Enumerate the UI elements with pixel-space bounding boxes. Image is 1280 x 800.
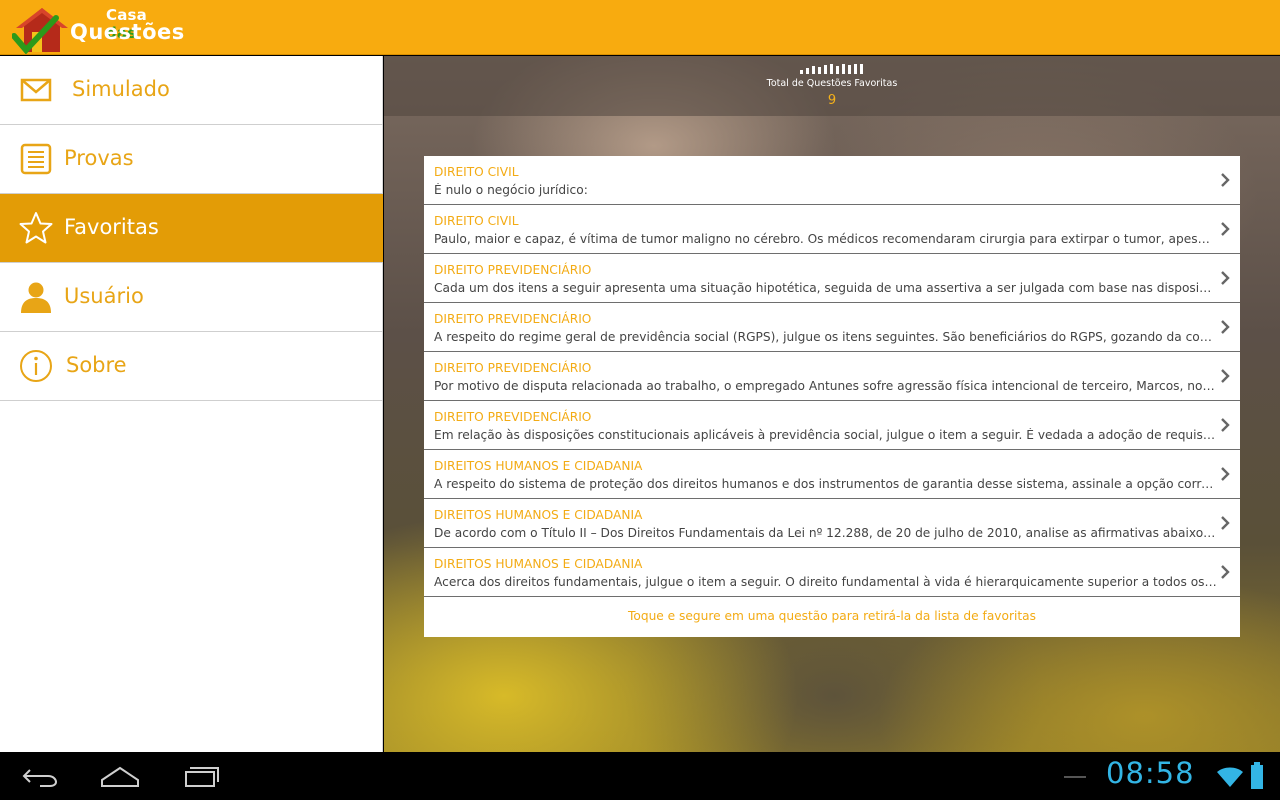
sidebar-item-label: Provas (64, 146, 134, 170)
list-item[interactable]: DIREITO PREVIDENCIÁRIO Por motivo de dis… (424, 352, 1240, 401)
stats-count: 9 (827, 93, 837, 108)
chevron-right-icon (1221, 271, 1230, 285)
list-item[interactable]: DIREITO PREVIDENCIÁRIO Cada um dos itens… (424, 254, 1240, 303)
list-icon (20, 143, 52, 175)
chevron-right-icon (1221, 565, 1230, 579)
app-logo: Casa das Questões (10, 2, 184, 54)
chevron-right-icon (1221, 467, 1230, 481)
house-check-icon (12, 8, 68, 54)
question-text: A respeito do regime geral de previdênci… (434, 330, 1217, 344)
question-text: É nulo o negócio jurídico: (434, 183, 588, 197)
list-item[interactable]: DIREITOS HUMANOS E CIDADANIA Acerca dos … (424, 548, 1240, 597)
stats-label: Total de Questões Favoritas (766, 78, 898, 89)
sidebar-item-usuario[interactable]: Usuário (0, 263, 383, 332)
chevron-right-icon (1221, 516, 1230, 530)
recent-apps-icon[interactable] (180, 762, 224, 790)
chevron-right-icon (1221, 320, 1230, 334)
star-icon (19, 212, 53, 244)
list-item[interactable]: DIREITO PREVIDENCIÁRIO Em relação às dis… (424, 401, 1240, 450)
envelope-icon (20, 78, 52, 102)
question-category: DIREITO PREVIDENCIÁRIO (434, 263, 592, 277)
home-icon[interactable] (98, 762, 142, 790)
question-category: DIREITOS HUMANOS E CIDADANIA (434, 459, 643, 473)
list-item[interactable]: DIREITO PREVIDENCIÁRIO A respeito do reg… (424, 303, 1240, 352)
sidebar-item-sobre[interactable]: Sobre (0, 332, 383, 401)
app-header: Casa das Questões (0, 0, 1280, 55)
chevron-right-icon (1221, 173, 1230, 187)
sidebar-item-label: Usuário (64, 284, 144, 308)
question-text: De acordo com o Título II – Dos Direitos… (434, 526, 1217, 540)
sidebar-item-provas[interactable]: Provas (0, 125, 383, 194)
list-item[interactable]: DIREITO CIVIL É nulo o negócio jurídico: (424, 156, 1240, 205)
info-icon (20, 350, 52, 382)
question-category: DIREITO PREVIDENCIÁRIO (434, 312, 592, 326)
sidebar-item-label: Simulado (72, 77, 170, 101)
system-navigation-bar: 08:58 (0, 752, 1280, 800)
user-icon (21, 282, 51, 313)
chevron-right-icon (1221, 418, 1230, 432)
list-hint: Toque e segure em uma questão para retir… (628, 609, 1036, 623)
wifi-icon (1217, 767, 1243, 787)
question-category: DIREITOS HUMANOS E CIDADANIA (434, 557, 643, 571)
sidebar-item-simulado[interactable]: Simulado (0, 56, 383, 125)
list-item[interactable]: DIREITO CIVIL Paulo, maior e capaz, é ví… (424, 205, 1240, 254)
question-category: DIREITOS HUMANOS E CIDADANIA (434, 508, 643, 522)
favorites-stats: Total de Questões Favoritas 9 (384, 56, 1280, 116)
notification-dash-icon[interactable] (1064, 774, 1086, 780)
sidebar: Simulado Provas Favoritas Usuário Sobre (0, 56, 383, 752)
list-item[interactable]: DIREITOS HUMANOS E CIDADANIA De acordo c… (424, 499, 1240, 548)
chevron-right-icon (1221, 369, 1230, 383)
battery-icon (1251, 762, 1263, 789)
question-category: DIREITO CIVIL (434, 214, 519, 228)
question-text: Paulo, maior e capaz, é vítima de tumor … (434, 232, 1217, 246)
list-item[interactable]: DIREITOS HUMANOS E CIDADANIA A respeito … (424, 450, 1240, 499)
bar-chart-icon (800, 64, 864, 74)
status-clock: 08:58 (1106, 756, 1195, 790)
question-category: DIREITO CIVIL (434, 165, 519, 179)
back-icon[interactable] (18, 762, 62, 790)
question-text: A respeito do sistema de proteção dos di… (434, 477, 1217, 491)
chevron-right-icon (1221, 222, 1230, 236)
favorites-panel: Total de Questões Favoritas 9 DIREITO CI… (384, 56, 1280, 752)
question-text: Cada um dos itens a seguir apresenta uma… (434, 281, 1217, 295)
question-category: DIREITO PREVIDENCIÁRIO (434, 410, 592, 424)
logo-text-bottom: Questões (70, 20, 185, 44)
question-category: DIREITO PREVIDENCIÁRIO (434, 361, 592, 375)
question-text: Em relação às disposições constitucionai… (434, 428, 1217, 442)
sidebar-item-label: Sobre (66, 353, 127, 377)
question-text: Acerca dos direitos fundamentais, julgue… (434, 575, 1217, 589)
sidebar-item-label: Favoritas (64, 215, 159, 239)
sidebar-item-favoritas[interactable]: Favoritas (0, 194, 383, 263)
favorites-list: DIREITO CIVIL É nulo o negócio jurídico:… (424, 156, 1240, 637)
question-text: Por motivo de disputa relacionada ao tra… (434, 379, 1217, 393)
